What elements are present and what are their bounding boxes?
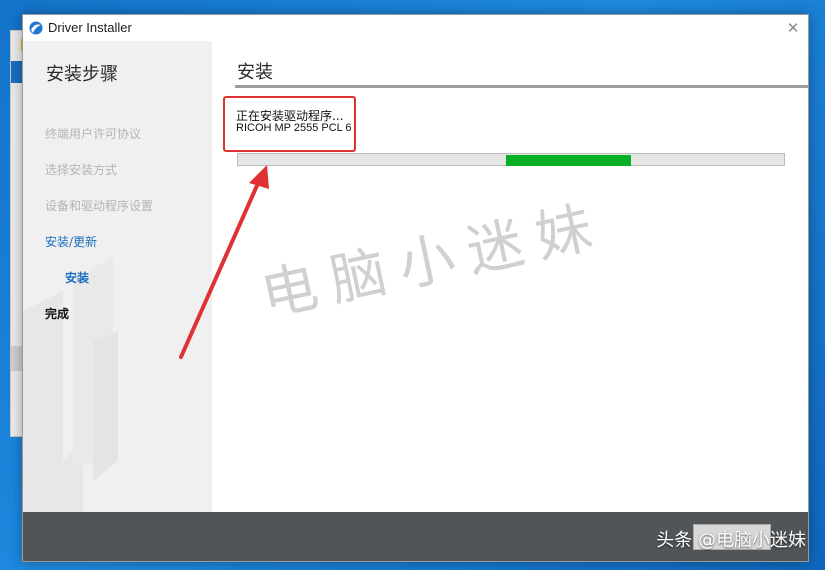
close-icon: ✕	[786, 19, 800, 37]
window-title: Driver Installer	[48, 20, 132, 35]
step-finish: 完成	[45, 307, 70, 321]
step-install-method: 选择安装方式	[45, 163, 118, 177]
driver-installer-window: Driver Installer ✕ 安装步骤 终端用户许可协议 选择安装方式 …	[22, 14, 809, 562]
step-eula: 终端用户许可协议	[45, 127, 142, 141]
section-divider	[235, 85, 808, 88]
footer-watermark: 头条 @电脑小迷妹	[656, 530, 806, 551]
app-swoosh-icon	[29, 21, 43, 35]
progress-fill	[505, 155, 632, 166]
step-device-settings: 设备和驱动程序设置	[45, 199, 154, 213]
title-bar[interactable]: Driver Installer ✕	[23, 15, 808, 41]
steps-sidebar: 安装步骤 终端用户许可协议 选择安装方式 设备和驱动程序设置 安装/更新 安装 …	[23, 41, 212, 512]
sidebar-title: 安装步骤	[46, 64, 118, 85]
section-title: 安装	[237, 62, 273, 83]
step-install-sub: 安装	[65, 271, 90, 285]
step-install-update: 安装/更新	[45, 235, 98, 249]
progress-bar	[237, 153, 785, 166]
footer-bar: 头条 @电脑小迷妹	[23, 512, 808, 561]
close-button[interactable]: ✕	[782, 18, 804, 38]
sidebar-decoration	[23, 256, 118, 512]
device-name: RICOH MP 2555 PCL 6	[236, 122, 352, 134]
